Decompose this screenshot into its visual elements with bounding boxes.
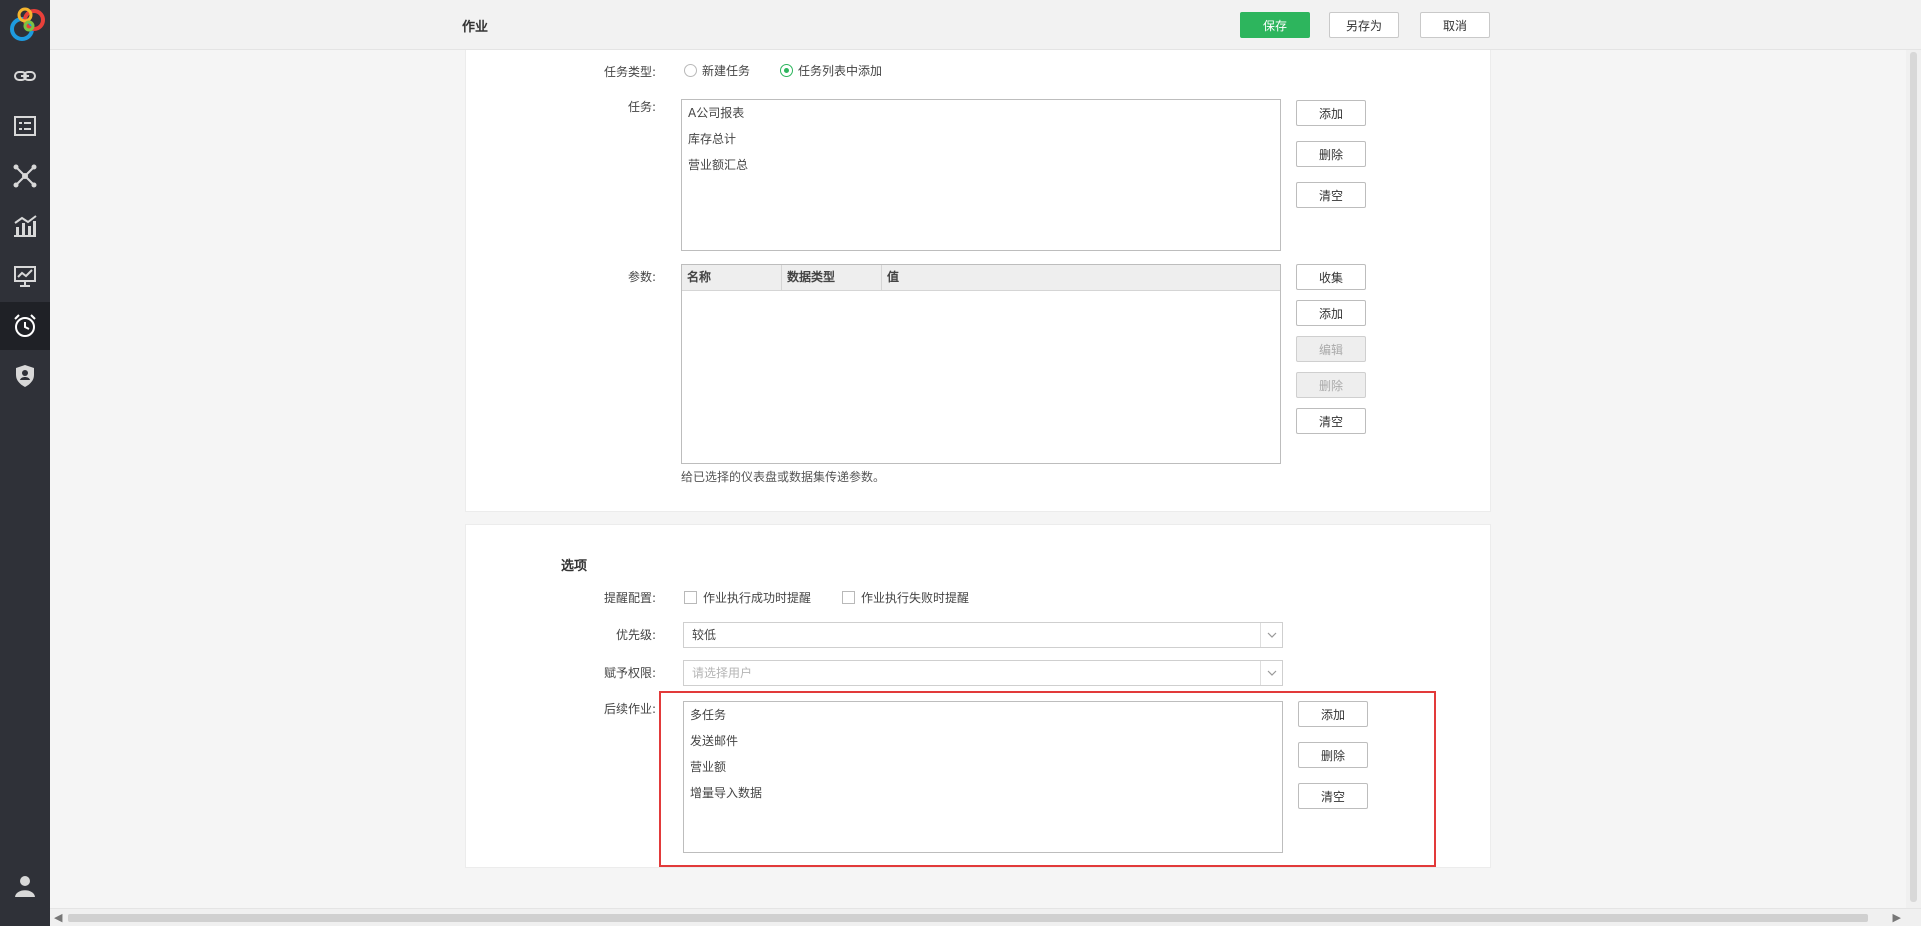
save-as-button[interactable]: 另存为 bbox=[1329, 12, 1399, 38]
user-icon bbox=[15, 876, 35, 897]
radio-from-list-label: 任务列表中添加 bbox=[798, 64, 883, 78]
save-button[interactable]: 保存 bbox=[1240, 12, 1310, 38]
permission-label: 赋予权限: bbox=[603, 666, 656, 680]
reminder-success-checkbox[interactable] bbox=[684, 591, 697, 604]
list-item[interactable]: 增量导入数据 bbox=[684, 780, 1282, 806]
cancel-button[interactable]: 取消 bbox=[1420, 12, 1490, 38]
followup-label: 后续作业: bbox=[603, 702, 656, 716]
list-item[interactable]: 营业额 bbox=[684, 754, 1282, 780]
params-table-header: 名称 数据类型 值 bbox=[682, 265, 1280, 291]
sidebar-item-security[interactable] bbox=[0, 352, 50, 400]
vertical-scrollbar[interactable] bbox=[1906, 50, 1921, 908]
reminder-failure-checkbox[interactable] bbox=[842, 591, 855, 604]
task-type-label: 任务类型: bbox=[603, 65, 656, 79]
priority-label: 优先级: bbox=[615, 628, 656, 642]
priority-value: 较低 bbox=[692, 628, 717, 642]
params-hint: 给已选择的仪表盘或数据集传递参数。 bbox=[681, 470, 886, 484]
dashboard-icon bbox=[14, 266, 36, 287]
bar-chart-icon bbox=[14, 215, 37, 237]
dataset-list-icon bbox=[14, 116, 36, 136]
params-table: 名称 数据类型 值 bbox=[681, 264, 1281, 464]
followup-clear-button[interactable]: 清空 bbox=[1298, 783, 1368, 809]
options-title: 选项 bbox=[561, 559, 588, 574]
sidebar-item-schedule[interactable] bbox=[0, 302, 50, 350]
task-delete-button[interactable]: 删除 bbox=[1296, 141, 1366, 167]
horizontal-scrollbar[interactable]: ◀ ▶ bbox=[50, 908, 1921, 926]
vertical-scroll-thumb[interactable] bbox=[1910, 52, 1917, 902]
link-icon bbox=[14, 71, 36, 81]
task-listbox[interactable]: A公司报表 库存总计 营业额汇总 bbox=[681, 99, 1281, 251]
params-clear-button[interactable]: 清空 bbox=[1296, 408, 1366, 434]
list-item[interactable]: 库存总计 bbox=[682, 126, 1280, 152]
list-item[interactable]: 多任务 bbox=[684, 702, 1282, 728]
task-clear-button[interactable]: 清空 bbox=[1296, 182, 1366, 208]
sidebar-item-charts[interactable] bbox=[0, 202, 50, 250]
sidebar-item-connections[interactable] bbox=[0, 52, 50, 100]
chevron-down-icon bbox=[1260, 623, 1282, 647]
shield-user-icon bbox=[16, 365, 34, 387]
reminder-success-label: 作业执行成功时提醒 bbox=[703, 591, 812, 605]
scroll-left-icon[interactable]: ◀ bbox=[54, 911, 62, 924]
sidebar-item-models[interactable] bbox=[0, 152, 50, 200]
horizontal-scroll-thumb[interactable] bbox=[68, 914, 1868, 922]
scroll-right-icon[interactable]: ▶ bbox=[1893, 911, 1901, 924]
task-add-button[interactable]: 添加 bbox=[1296, 100, 1366, 126]
task-panel: 任务类型: 新建任务 任务列表中添加 任务: A公司报表 库存总计 营业额汇总 … bbox=[465, 50, 1491, 512]
radio-from-list[interactable] bbox=[780, 64, 793, 77]
reminder-label: 提醒配置: bbox=[603, 591, 656, 605]
list-item[interactable]: A公司报表 bbox=[682, 100, 1280, 126]
permission-placeholder: 请选择用户 bbox=[692, 666, 753, 680]
sidebar-item-user[interactable] bbox=[0, 864, 50, 908]
followup-delete-button[interactable]: 删除 bbox=[1298, 742, 1368, 768]
params-delete-button[interactable]: 删除 bbox=[1296, 372, 1366, 398]
reminder-failure-label: 作业执行失败时提醒 bbox=[861, 591, 970, 605]
sidebar-item-datasets[interactable] bbox=[0, 102, 50, 150]
sidebar-item-dashboards[interactable] bbox=[0, 252, 50, 300]
alarm-clock-icon bbox=[14, 314, 36, 337]
page-title: 作业 bbox=[462, 20, 489, 35]
top-header: 作业 保存 另存为 取消 bbox=[50, 0, 1921, 50]
params-collect-button[interactable]: 收集 bbox=[1296, 264, 1366, 290]
params-add-button[interactable]: 添加 bbox=[1296, 300, 1366, 326]
main-content: 任务类型: 新建任务 任务列表中添加 任务: A公司报表 库存总计 营业额汇总 … bbox=[50, 50, 1906, 908]
network-model-icon bbox=[13, 164, 37, 188]
chevron-down-icon bbox=[1260, 661, 1282, 685]
options-panel: 选项 提醒配置: 作业执行成功时提醒 作业执行失败时提醒 优先级: 较低 赋予权… bbox=[465, 524, 1491, 868]
app-logo-icon bbox=[4, 2, 48, 46]
priority-select[interactable]: 较低 bbox=[683, 622, 1283, 648]
radio-new-task[interactable] bbox=[684, 64, 697, 77]
followup-listbox[interactable]: 多任务 发送邮件 营业额 增量导入数据 bbox=[683, 701, 1283, 853]
list-item[interactable]: 营业额汇总 bbox=[682, 152, 1280, 178]
tasks-label: 任务: bbox=[627, 100, 656, 114]
permission-select[interactable]: 请选择用户 bbox=[683, 660, 1283, 686]
radio-new-task-label: 新建任务 bbox=[702, 64, 751, 78]
column-header-name[interactable]: 名称 bbox=[682, 265, 782, 290]
followup-add-button[interactable]: 添加 bbox=[1298, 701, 1368, 727]
column-header-type[interactable]: 数据类型 bbox=[782, 265, 882, 290]
params-edit-button[interactable]: 编辑 bbox=[1296, 336, 1366, 362]
column-header-value[interactable]: 值 bbox=[882, 265, 1280, 290]
params-label: 参数: bbox=[627, 270, 656, 284]
list-item[interactable]: 发送邮件 bbox=[684, 728, 1282, 754]
left-sidebar bbox=[0, 0, 50, 926]
